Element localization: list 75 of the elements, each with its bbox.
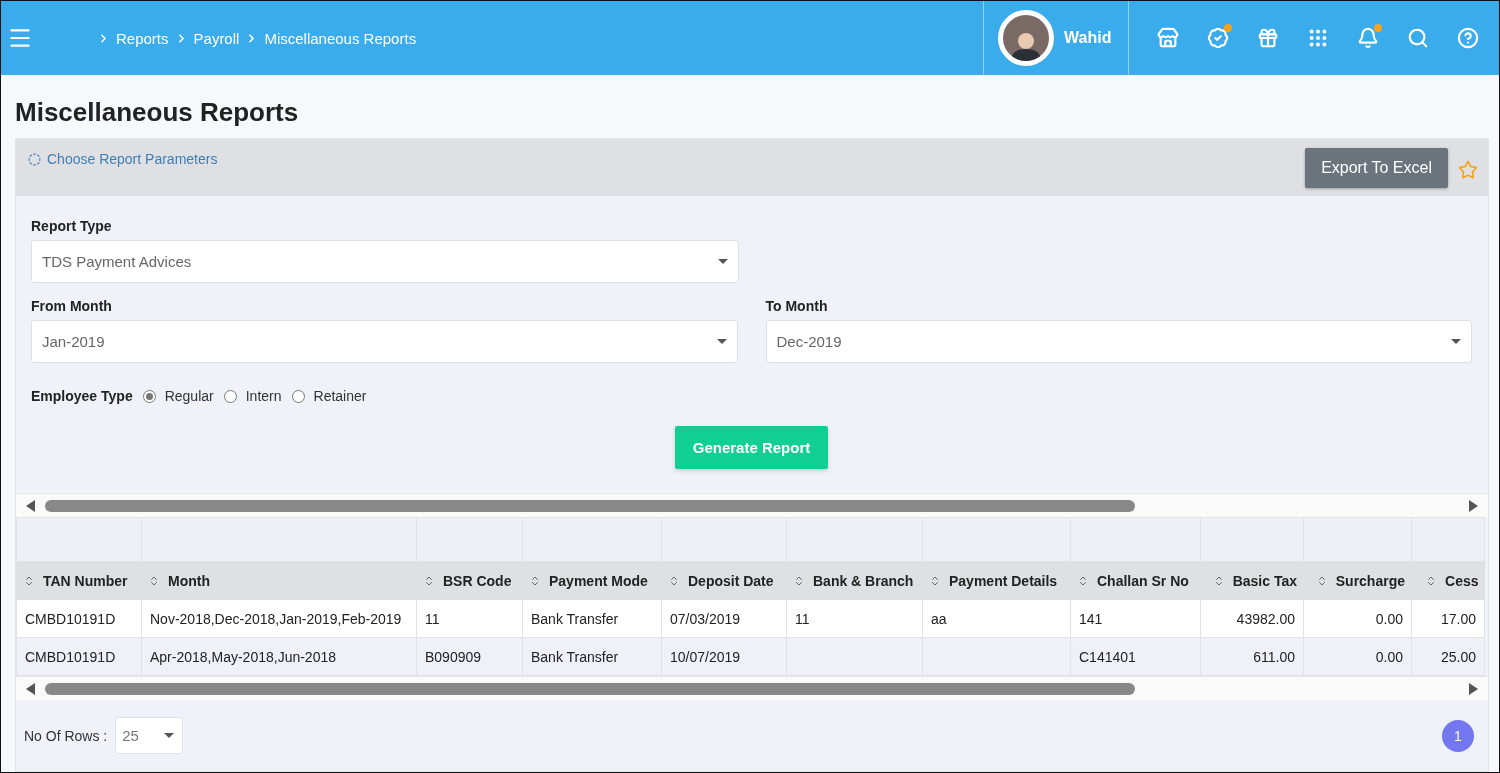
table-cell: Bank Transfer: [522, 599, 662, 638]
dropdown[interactable]: Jan-2019: [31, 320, 738, 363]
table-cell: 11: [786, 599, 923, 638]
column-header[interactable]: Payment Details: [922, 561, 1071, 600]
caret-icon: [718, 259, 728, 264]
table-cell: C141401: [1070, 637, 1201, 676]
field-label: To Month: [765, 298, 829, 314]
field-label: From Month: [31, 298, 113, 314]
rows-label: No Of Rows :: [24, 727, 108, 744]
table-cell: 25.00: [1411, 637, 1485, 676]
radio-option[interactable]: Intern: [223, 388, 282, 404]
column-header[interactable]: Month: [141, 561, 417, 600]
star-icon[interactable]: [1458, 159, 1478, 180]
export-button[interactable]: Export To Excel: [1305, 148, 1448, 188]
table-cell: CMBD10191D: [16, 599, 142, 638]
table-cell: 17.00: [1411, 599, 1485, 638]
dropdown[interactable]: TDS Payment Advices: [31, 240, 739, 283]
table-cell: Bank Transfer: [522, 637, 662, 676]
column-header[interactable]: Deposit Date: [661, 561, 787, 600]
column-header[interactable]: Payment Mode: [522, 561, 662, 600]
table-cell: aa: [922, 599, 1071, 638]
column-header[interactable]: Bank & Branch: [786, 561, 923, 600]
circle-icon: [28, 152, 41, 166]
table-cell: B090909: [416, 637, 523, 676]
sort-icon[interactable]: [668, 574, 680, 587]
sort-icon[interactable]: [1077, 574, 1089, 587]
grid-icon[interactable]: [1307, 27, 1329, 49]
table-cell: 611.00: [1200, 637, 1304, 676]
search-icon[interactable]: [1407, 27, 1429, 49]
sort-icon[interactable]: [423, 574, 435, 587]
table-cell: 11: [416, 599, 523, 638]
radio-button[interactable]: [223, 389, 237, 403]
scrollbar-thumb[interactable]: [45, 499, 1135, 512]
table-cell: CMBD10191D: [16, 637, 142, 676]
store-icon[interactable]: [1157, 27, 1179, 49]
radio-option[interactable]: Retainer: [291, 388, 367, 404]
column-header[interactable]: Surcharge: [1303, 561, 1412, 600]
sort-icon[interactable]: [929, 574, 941, 587]
help-icon[interactable]: [1457, 27, 1479, 49]
radio-button[interactable]: [142, 389, 156, 403]
page-button[interactable]: 1: [1442, 719, 1474, 752]
column-header[interactable]: BSR Code: [416, 561, 523, 600]
avatar[interactable]: [998, 10, 1054, 66]
field-label: Report Type: [31, 218, 113, 234]
scroll-right-icon[interactable]: [1469, 682, 1478, 695]
table-cell: 43982.00: [1200, 599, 1304, 638]
dropdown[interactable]: Dec-2019: [765, 320, 1472, 363]
caret-icon: [164, 733, 175, 738]
caret-icon: [1451, 339, 1461, 344]
sort-icon[interactable]: [529, 574, 541, 587]
column-header[interactable]: TAN Number: [16, 561, 142, 600]
badge-check-icon[interactable]: [1207, 27, 1229, 49]
table-cell: 07/03/2019: [661, 599, 787, 638]
table-cell: Nov-2018,Dec-2018,Jan-2019,Feb-2019: [141, 599, 417, 638]
sort-icon[interactable]: [23, 574, 35, 587]
scroll-left-icon[interactable]: [26, 682, 35, 695]
radio-button[interactable]: [291, 389, 305, 403]
gift-icon[interactable]: [1257, 27, 1279, 49]
column-header[interactable]: Challan Sr No: [1070, 561, 1201, 600]
column-header[interactable]: Cess: [1411, 561, 1485, 600]
table-cell: 0.00: [1303, 637, 1412, 676]
sort-icon[interactable]: [793, 574, 805, 587]
table-cell: 0.00: [1303, 599, 1412, 638]
bell-icon[interactable]: [1357, 27, 1379, 49]
caret-icon: [716, 339, 727, 344]
radio-option[interactable]: Regular: [142, 388, 214, 404]
scrollbar-thumb[interactable]: [45, 682, 1135, 695]
field-label: Employee Type: [31, 388, 133, 404]
table-cell: 141: [1070, 599, 1201, 638]
sort-icon[interactable]: [148, 574, 160, 587]
column-header[interactable]: Basic Tax: [1200, 561, 1304, 600]
rows-dropdown[interactable]: 25: [115, 717, 184, 754]
page-title: Miscellaneous Reports: [14, 96, 300, 129]
table-cell: 10/07/2019: [661, 637, 787, 676]
table-cell: Apr-2018,May-2018,Jun-2018: [141, 637, 417, 676]
